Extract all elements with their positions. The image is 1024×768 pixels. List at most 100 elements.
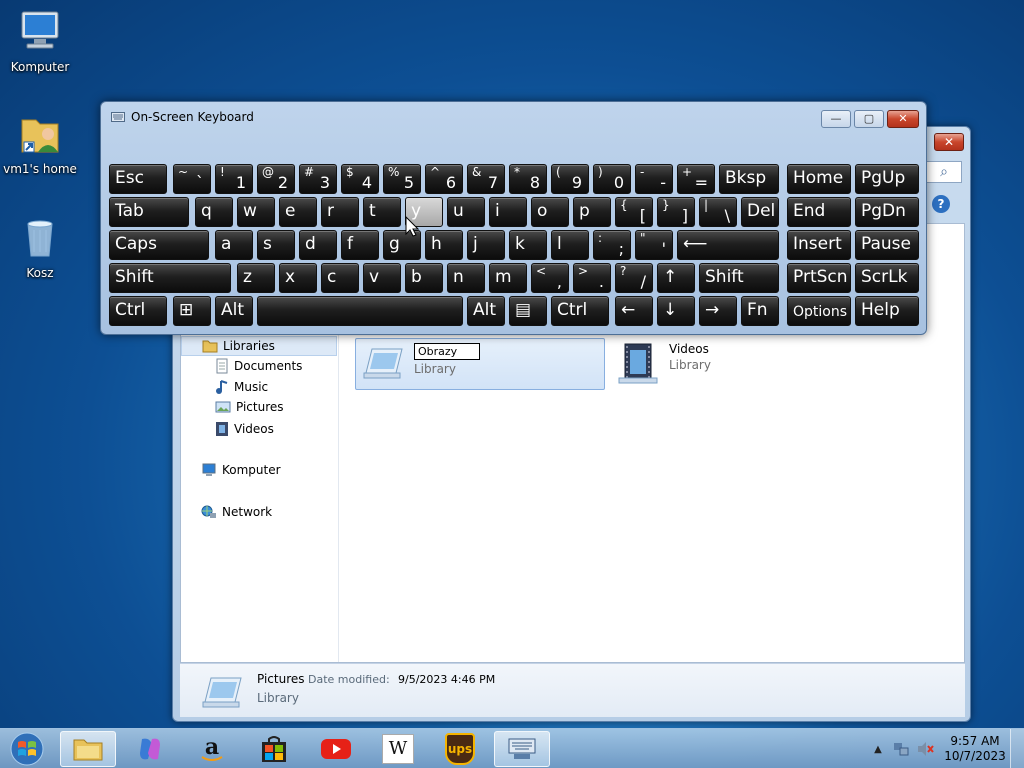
nav-item-pictures[interactable]: Pictures [215, 400, 284, 414]
key-s[interactable]: s [257, 230, 295, 260]
taskbar-wikipedia-button[interactable]: W [370, 731, 426, 767]
rename-input[interactable]: Obrazy [414, 343, 480, 360]
key-9[interactable]: (9 [551, 164, 589, 194]
nav-item-documents[interactable]: Documents [215, 358, 302, 374]
key-[[interactable]: {[ [615, 197, 653, 227]
key-2[interactable]: @2 [257, 164, 295, 194]
key-alt[interactable]: Alt [467, 296, 505, 326]
key-\[interactable]: | \ [699, 197, 737, 227]
key-j[interactable]: j [467, 230, 505, 260]
key-shift[interactable]: Shift [109, 263, 231, 293]
key-del[interactable]: Del [741, 197, 779, 227]
key-q[interactable]: q [195, 197, 233, 227]
close-button[interactable]: ✕ [887, 110, 919, 128]
key-][interactable]: }] [657, 197, 695, 227]
key-⟵[interactable]: ⟵ [677, 230, 779, 260]
nav-item-videos[interactable]: Videos [215, 421, 274, 437]
key-end[interactable]: End [787, 197, 851, 227]
key-prtscn[interactable]: PrtScn [787, 263, 851, 293]
help-icon[interactable]: ? [932, 195, 950, 213]
key-fn[interactable]: Fn [741, 296, 779, 326]
key-8[interactable]: * 8 [509, 164, 547, 194]
key-l[interactable]: l [551, 230, 589, 260]
key-esc[interactable]: Esc [109, 164, 167, 194]
key-v[interactable]: v [363, 263, 401, 293]
key-tab[interactable]: Tab [109, 197, 189, 227]
start-button[interactable] [6, 731, 50, 767]
key-z[interactable]: z [237, 263, 275, 293]
nav-item-network[interactable]: Network [201, 505, 272, 519]
key-scrlk[interactable]: ScrLk [855, 263, 919, 293]
key-ctrl[interactable]: Ctrl [551, 296, 609, 326]
key-p[interactable]: p [573, 197, 611, 227]
key-↑[interactable]: ↑ [657, 263, 695, 293]
key-4[interactable]: $4 [341, 164, 379, 194]
key-`[interactable]: ~ ` [173, 164, 211, 194]
key-;[interactable]: :; [593, 230, 631, 260]
minimize-button[interactable]: — [821, 110, 851, 128]
key-→[interactable]: → [699, 296, 737, 326]
show-hidden-icons-icon[interactable]: ▲ [870, 744, 886, 755]
key-u[interactable]: u [447, 197, 485, 227]
key-help[interactable]: Help [855, 296, 919, 326]
key-⊞[interactable]: ⊞ [173, 296, 211, 326]
key-▤[interactable]: ▤ [509, 296, 547, 326]
key-/[interactable]: ? / [615, 263, 653, 293]
clock[interactable]: 9:57 AM 10/7/2023 [940, 734, 1010, 764]
library-tile-videos[interactable]: Videos Library [611, 338, 761, 390]
key-w[interactable]: w [237, 197, 275, 227]
key-space[interactable] [257, 296, 463, 326]
taskbar-ups-button[interactable]: ups [432, 731, 488, 767]
key-insert[interactable]: Insert [787, 230, 851, 260]
desktop-icon-recycle-bin[interactable]: Kosz [0, 214, 80, 280]
taskbar-store-button[interactable] [246, 731, 302, 767]
key--[interactable]: -- [635, 164, 673, 194]
key-0[interactable]: ) 0 [593, 164, 631, 194]
key-=[interactable]: + = [677, 164, 715, 194]
key-alt[interactable]: Alt [215, 296, 253, 326]
key-6[interactable]: ^ 6 [425, 164, 463, 194]
key-c[interactable]: c [321, 263, 359, 293]
key-shift[interactable]: Shift [699, 263, 779, 293]
desktop-icon-home[interactable]: vm1's home [0, 110, 80, 176]
key-3[interactable]: #3 [299, 164, 337, 194]
close-button[interactable]: ✕ [934, 133, 964, 151]
key-r[interactable]: r [321, 197, 359, 227]
key-home[interactable]: Home [787, 164, 851, 194]
search-icon[interactable]: ⌕ [926, 161, 962, 183]
key-t[interactable]: t [363, 197, 401, 227]
key-m[interactable]: m [489, 263, 527, 293]
key-bksp[interactable]: Bksp [719, 164, 779, 194]
taskbar-copilot-button[interactable] [122, 731, 178, 767]
key-↓[interactable]: ↓ [657, 296, 695, 326]
taskbar-amazon-button[interactable]: a [184, 731, 240, 767]
taskbar-explorer-button[interactable] [60, 731, 116, 767]
taskbar-osk-button[interactable] [494, 731, 550, 767]
key-7[interactable]: & 7 [467, 164, 505, 194]
key-pgdn[interactable]: PgDn [855, 197, 919, 227]
nav-item-music[interactable]: Music [215, 379, 268, 395]
key-f[interactable]: f [341, 230, 379, 260]
volume-muted-icon[interactable] [916, 740, 934, 758]
key-d[interactable]: d [299, 230, 337, 260]
key-,[interactable]: <, [531, 263, 569, 293]
nav-item-computer[interactable]: Komputer [201, 463, 281, 477]
network-tray-icon[interactable] [892, 740, 910, 758]
key-k[interactable]: k [509, 230, 547, 260]
key-x[interactable]: x [279, 263, 317, 293]
taskbar-youtube-button[interactable] [308, 731, 364, 767]
key-pause[interactable]: Pause [855, 230, 919, 260]
key-options[interactable]: Options [787, 296, 851, 326]
desktop-icon-computer[interactable]: Komputer [0, 8, 80, 74]
key-5[interactable]: % 5 [383, 164, 421, 194]
key-e[interactable]: e [279, 197, 317, 227]
key-o[interactable]: o [531, 197, 569, 227]
key-i[interactable]: i [489, 197, 527, 227]
key-h[interactable]: h [425, 230, 463, 260]
key-n[interactable]: n [447, 263, 485, 293]
library-tile-pictures[interactable]: Obrazy Library [355, 338, 605, 390]
maximize-button[interactable]: ▢ [854, 110, 884, 128]
key-a[interactable]: a [215, 230, 253, 260]
nav-item-libraries[interactable]: Libraries [181, 336, 337, 356]
key-caps[interactable]: Caps [109, 230, 209, 260]
